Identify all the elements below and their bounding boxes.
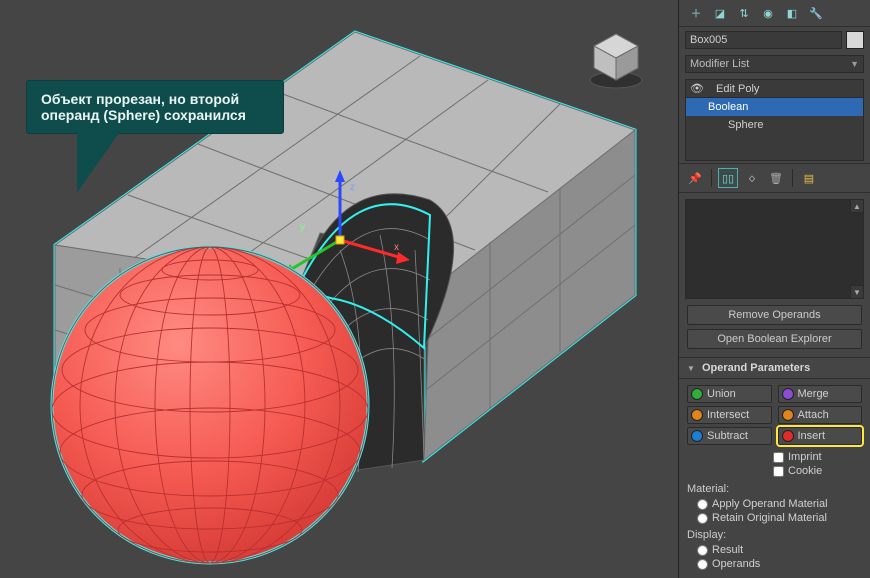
intersect-button[interactable]: Intersect bbox=[687, 406, 772, 424]
modifier-stack[interactable]: 👁 Edit Poly Boolean Sphere bbox=[685, 79, 864, 161]
viewport[interactable]: y z x bbox=[0, 0, 678, 578]
hierarchy-tab-icon[interactable]: ⇅ bbox=[735, 4, 753, 22]
stack-item-sphere[interactable]: Sphere bbox=[686, 116, 863, 134]
material-group-label: Material: bbox=[679, 479, 870, 497]
modifier-list-label: Modifier List bbox=[690, 58, 749, 70]
sphere-operand bbox=[52, 247, 368, 563]
command-panel: ＋ ◪ ⇅ ◉ ◧ 🔧 Modifier List ▼ 👁 Edit Poly … bbox=[678, 0, 870, 578]
boolean-operation-grid: Union Merge Intersect Attach Subtract In… bbox=[679, 381, 870, 449]
subtract-button[interactable]: Subtract bbox=[687, 427, 772, 445]
intersect-icon bbox=[691, 409, 703, 421]
motion-tab-icon[interactable]: ◉ bbox=[759, 4, 777, 22]
insert-icon bbox=[782, 430, 794, 442]
rollup-caret-icon: ▼ bbox=[687, 364, 695, 373]
display-group-label: Display: bbox=[679, 525, 870, 543]
utilities-tab-icon[interactable]: 🔧 bbox=[807, 4, 825, 22]
union-button[interactable]: Union bbox=[687, 385, 772, 403]
attach-icon bbox=[782, 409, 794, 421]
merge-icon bbox=[782, 388, 794, 400]
display-operands-radio[interactable]: Operands bbox=[679, 557, 870, 571]
svg-text:x: x bbox=[394, 242, 399, 253]
open-boolean-explorer-button[interactable]: Open Boolean Explorer bbox=[687, 329, 862, 349]
stack-item-label: Sphere bbox=[728, 119, 763, 131]
attach-button[interactable]: Attach bbox=[778, 406, 863, 424]
operand-parameters-header[interactable]: ▼ Operand Parameters bbox=[679, 357, 870, 379]
operand-preview: ▲ ▼ bbox=[685, 199, 864, 299]
retain-original-material-radio[interactable]: Retain Original Material bbox=[679, 511, 870, 525]
chevron-down-icon: ▼ bbox=[850, 59, 859, 69]
create-tab-icon[interactable]: ＋ bbox=[687, 4, 705, 22]
apply-operand-material-radio[interactable]: Apply Operand Material bbox=[679, 497, 870, 511]
pin-stack-icon[interactable]: 📌 bbox=[685, 168, 705, 188]
stack-item-label[interactable]: Edit Poly bbox=[716, 83, 759, 95]
visibility-toggle-icon[interactable]: 👁 bbox=[690, 82, 704, 95]
scroll-down-icon[interactable]: ▼ bbox=[850, 285, 864, 299]
scroll-up-icon[interactable]: ▲ bbox=[850, 199, 864, 213]
annotation-callout: Объект прорезан, но второй операнд (Sphe… bbox=[26, 80, 284, 134]
stack-toolbar: 📌 ▯▯ 🝔 🗑 ▤ bbox=[679, 163, 870, 193]
viewcube[interactable] bbox=[584, 28, 648, 92]
subtract-icon bbox=[691, 430, 703, 442]
imprint-checkbox[interactable]: Imprint bbox=[773, 451, 862, 463]
stack-item-boolean[interactable]: Boolean bbox=[686, 98, 863, 116]
modify-tab-icon[interactable]: ◪ bbox=[711, 4, 729, 22]
object-name-input[interactable] bbox=[685, 31, 842, 49]
stack-header: 👁 Edit Poly bbox=[686, 80, 863, 98]
configure-sets-icon[interactable]: ▤ bbox=[799, 168, 819, 188]
show-end-result-icon[interactable]: ▯▯ bbox=[718, 168, 738, 188]
cookie-checkbox[interactable]: Cookie bbox=[773, 465, 862, 477]
modifier-list-dropdown[interactable]: Modifier List ▼ bbox=[685, 55, 864, 73]
svg-text:y: y bbox=[300, 222, 305, 233]
remove-modifier-icon[interactable]: 🗑 bbox=[766, 168, 786, 188]
display-tab-icon[interactable]: ◧ bbox=[783, 4, 801, 22]
display-result-radio[interactable]: Result bbox=[679, 543, 870, 557]
callout-text: Объект прорезан, но второй операнд (Sphe… bbox=[41, 91, 246, 123]
panel-category-tabs: ＋ ◪ ⇅ ◉ ◧ 🔧 bbox=[679, 0, 870, 27]
merge-button[interactable]: Merge bbox=[778, 385, 863, 403]
insert-button[interactable]: Insert bbox=[778, 427, 863, 445]
make-unique-icon[interactable]: 🝔 bbox=[742, 168, 762, 188]
union-icon bbox=[691, 388, 703, 400]
operand-options: Imprint Cookie bbox=[679, 449, 870, 479]
remove-operands-button[interactable]: Remove Operands bbox=[687, 305, 862, 325]
svg-text:z: z bbox=[350, 182, 355, 193]
object-color-swatch[interactable] bbox=[846, 31, 864, 49]
stack-item-label: Boolean bbox=[708, 101, 748, 113]
